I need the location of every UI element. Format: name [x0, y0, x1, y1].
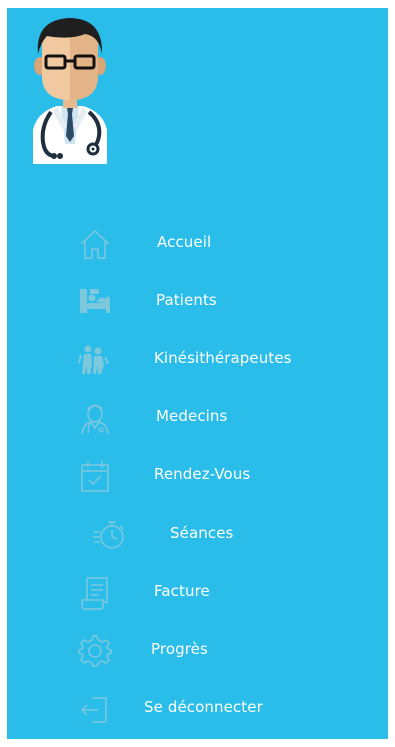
sidebar-item-label: Progrès — [151, 640, 208, 658]
gear-icon — [78, 634, 112, 668]
physiotherapist-icon — [76, 343, 110, 377]
sidebar-item-facture[interactable]: Facture — [7, 570, 388, 614]
logout-icon — [78, 692, 112, 726]
doctor-avatar — [27, 14, 113, 164]
patient-bed-icon — [78, 285, 112, 319]
home-icon — [78, 227, 112, 261]
invoice-icon — [78, 576, 112, 610]
calendar-icon — [78, 459, 112, 493]
sidebar-item-label: Séances — [170, 524, 234, 542]
sidebar-item-progres[interactable]: Progrès — [7, 628, 388, 672]
sidebar-item-label: Patients — [156, 291, 217, 309]
sidebar-item-rendez-vous[interactable]: Rendez-Vous — [7, 453, 388, 497]
sidebar-item-patients[interactable]: Patients — [7, 279, 388, 323]
sidebar-item-kinesitherapeutes[interactable]: Kinésithérapeutes — [7, 337, 388, 381]
sidebar-item-accueil[interactable]: Accueil — [7, 221, 388, 265]
sidebar-item-medecins[interactable]: Medecins — [7, 395, 388, 439]
sidebar-item-label: Rendez-Vous — [154, 465, 251, 483]
doctor-icon — [78, 401, 112, 435]
stopwatch-icon — [92, 518, 126, 552]
sidebar-item-seances[interactable]: Séances — [7, 512, 388, 556]
sidebar-item-label: Facture — [154, 582, 210, 600]
sidebar-panel: Accueil Patients Kinésithérapeutes Medec… — [7, 8, 388, 739]
sidebar-item-label: Se déconnecter — [144, 698, 263, 716]
sidebar-item-label: Kinésithérapeutes — [154, 349, 292, 367]
sidebar-item-se-deconnecter[interactable]: Se déconnecter — [7, 686, 388, 730]
sidebar-item-label: Medecins — [156, 407, 228, 425]
sidebar-item-label: Accueil — [157, 233, 212, 251]
